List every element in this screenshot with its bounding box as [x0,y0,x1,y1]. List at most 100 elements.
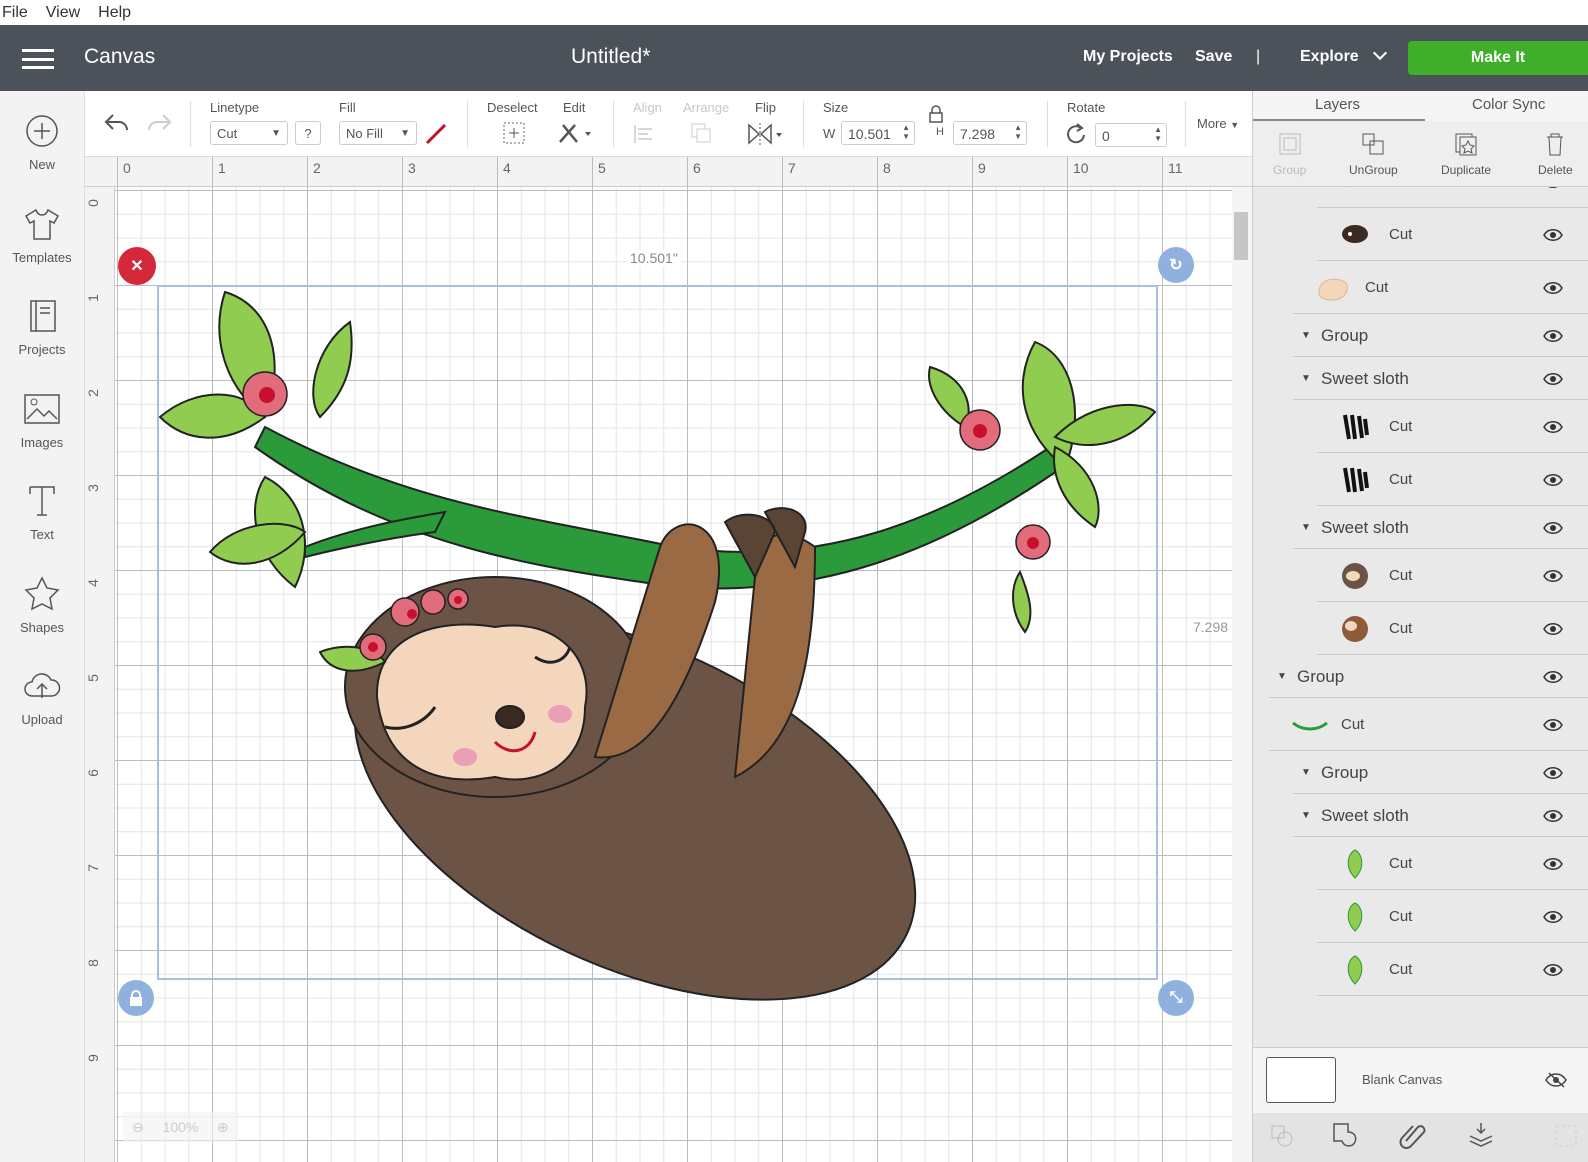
layer-label: Cut [1389,961,1413,978]
trash-icon [1547,133,1564,156]
layer-group-row[interactable]: ▼ Sweet sloth [1253,794,1588,837]
eye-icon[interactable] [1543,281,1563,294]
layer-group-row[interactable]: ▼ Sweet sloth [1253,357,1588,400]
sidebar-item-images[interactable]: Images [0,369,84,462]
ungroup-button[interactable]: UnGroup [1349,131,1398,177]
expand-arrow-icon[interactable]: ▼ [1301,373,1311,384]
stepper-icon[interactable]: ▲ ▼ [1154,125,1162,143]
sidebar-item-shapes[interactable]: Shapes [0,554,84,647]
ruler-tick-label: 4 [503,160,511,176]
canvas-scrollbar[interactable] [1232,187,1252,1162]
menu-view[interactable]: View [46,4,80,22]
design-canvas[interactable]: 10.501" 7.298 ✕ ↻ ⤡ ⊖ 100% ⊕ [115,187,1232,1162]
eye-icon[interactable] [1543,569,1563,582]
sidebar-item-projects[interactable]: Projects [0,276,84,369]
layers-list[interactable]: Cut Cut Cut ▼ Group ▼ Sweet sloth Cut Cut ▼ Sweet … [1253,187,1588,1047]
tab-color-sync[interactable]: Color Sync [1472,96,1545,113]
width-input[interactable]: 10.501 ▲ ▼ [841,121,915,145]
expand-arrow-icon[interactable]: ▼ [1277,671,1287,682]
menu-file[interactable]: File [2,4,28,22]
eye-icon[interactable] [1543,910,1563,923]
layer-row[interactable]: Cut [1253,602,1588,655]
eye-icon[interactable] [1543,329,1563,342]
fill-select[interactable]: No Fill ▼ [339,121,417,145]
zoom-control[interactable]: ⊖ 100% ⊕ [123,1112,238,1142]
weld-icon[interactable] [1331,1121,1359,1149]
eye-icon[interactable] [1543,420,1563,433]
eye-icon[interactable] [1543,187,1563,188]
eye-hidden-icon[interactable] [1545,1072,1567,1088]
layer-row[interactable]: Cut [1253,549,1588,602]
zoom-in-icon[interactable]: ⊕ [217,1119,229,1136]
eye-icon[interactable] [1543,372,1563,385]
layer-row[interactable]: Cut [1253,837,1588,890]
layer-thumbnail [1342,562,1368,589]
eye-icon[interactable] [1543,622,1563,635]
ruler-tick-label: 4 [84,579,101,587]
linetype-help-button[interactable]: ? [295,121,321,145]
eye-icon[interactable] [1543,670,1563,683]
eye-icon[interactable] [1543,473,1563,486]
layer-row[interactable]: Cut [1253,698,1588,751]
sidebar-item-templates[interactable]: Templates [0,184,84,277]
stepper-icon[interactable]: ▲ ▼ [902,123,910,141]
lock-aspect-icon[interactable] [928,105,944,123]
height-input[interactable]: 7.298 ▲ ▼ [953,121,1027,145]
layer-row[interactable]: Cut [1253,943,1588,996]
more-dropdown[interactable]: More ▼ [1197,116,1239,131]
fill-color-swatch[interactable] [423,121,449,147]
attach-icon[interactable] [1398,1121,1426,1149]
explore-dropdown[interactable]: Explore [1300,45,1388,66]
hamburger-menu-icon[interactable] [22,49,54,69]
expand-arrow-icon[interactable]: ▼ [1301,767,1311,778]
eye-icon[interactable] [1543,857,1563,870]
tab-layers[interactable]: Layers [1315,96,1360,113]
linetype-select[interactable]: Cut ▼ [210,121,288,145]
ruler-tick-label: 1 [218,160,226,176]
eye-icon[interactable] [1543,718,1563,731]
duplicate-button[interactable]: Duplicate [1441,131,1491,177]
layer-row[interactable]: Cut [1253,453,1588,506]
scrollbar-thumb[interactable] [1234,212,1248,260]
layer-group-row[interactable]: ▼ Group [1253,314,1588,357]
zoom-out-icon[interactable]: ⊖ [132,1119,144,1136]
blank-canvas-swatch[interactable] [1266,1057,1336,1103]
delete-button[interactable]: Delete [1538,131,1573,177]
ruler-tick [212,157,213,187]
layer-row[interactable]: Cut [1253,890,1588,943]
my-projects-link[interactable]: My Projects [1083,48,1173,66]
layer-group-row[interactable]: ▼ Group [1253,655,1588,698]
layer-row[interactable]: Cut [1253,261,1588,314]
layer-group-row[interactable]: ▼ Sweet sloth [1253,506,1588,549]
edit-tools-icon[interactable] [557,120,595,146]
eye-icon[interactable] [1543,963,1563,976]
eye-icon[interactable] [1543,809,1563,822]
eye-icon[interactable] [1543,228,1563,241]
eye-icon[interactable] [1543,521,1563,534]
eye-icon[interactable] [1543,766,1563,779]
sidebar-item-upload[interactable]: Upload [0,646,84,739]
flip-icon[interactable] [747,121,785,147]
flatten-icon[interactable] [1467,1121,1495,1149]
layer-row[interactable]: Cut [1253,187,1588,208]
vertical-ruler: 0 1 2 3 4 5 6 7 8 9 [85,187,115,1162]
layer-group-row[interactable]: ▼ Group [1253,751,1588,794]
expand-arrow-icon[interactable]: ▼ [1301,522,1311,533]
undo-icon[interactable] [103,111,131,135]
ruler-tick-label: 1 [84,294,101,302]
make-it-button[interactable]: Make It [1408,41,1588,75]
save-button[interactable]: Save [1195,48,1232,66]
deselect-icon[interactable] [501,120,527,146]
blank-canvas-row[interactable]: Blank Canvas [1253,1047,1588,1113]
sidebar-item-text[interactable]: Text [0,461,84,554]
menu-help[interactable]: Help [98,4,131,22]
expand-arrow-icon[interactable]: ▼ [1301,810,1311,821]
expand-arrow-icon[interactable]: ▼ [1301,330,1311,341]
more-label: More [1197,116,1227,131]
sidebar-item-new[interactable]: New [0,91,84,184]
stepper-icon[interactable]: ▲ ▼ [1014,123,1022,141]
layer-row[interactable]: Cut [1253,400,1588,453]
rotate-input[interactable]: 0 ▲ ▼ [1095,123,1167,147]
layer-row[interactable]: Cut [1253,208,1588,261]
sloth-image[interactable] [115,187,1232,1162]
